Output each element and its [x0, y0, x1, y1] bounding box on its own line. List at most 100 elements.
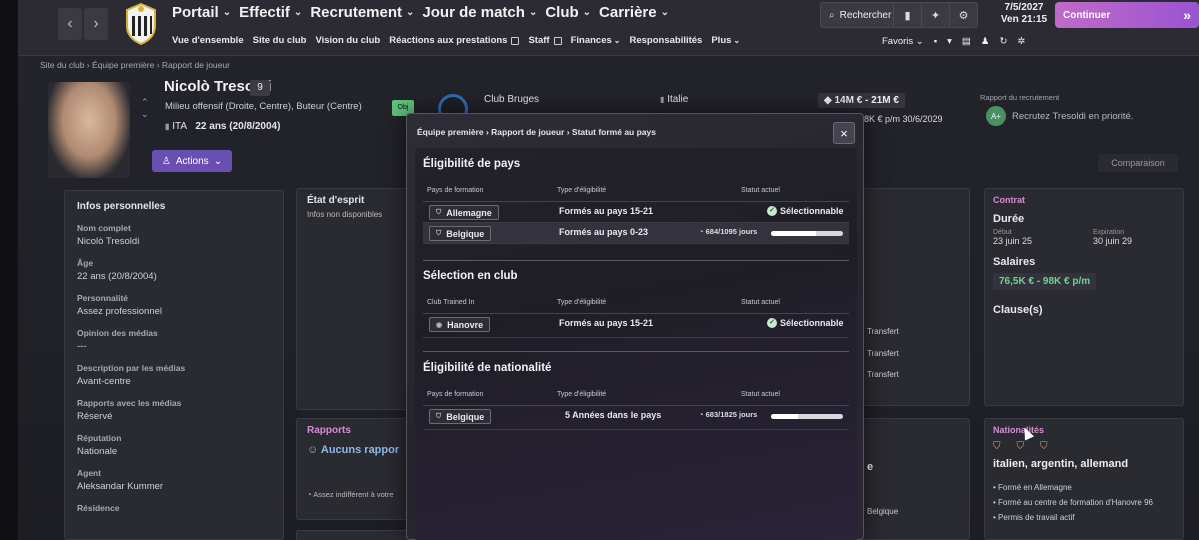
table-row[interactable]: ⛉ Allemagne Formés au pays 15-21 ✓ Sélecti…	[423, 202, 849, 223]
flag-germany-icon[interactable]: ⛉	[1040, 441, 1048, 452]
nav-carriere[interactable]: Carrière ⌄	[599, 4, 669, 21]
subnav-reactions[interactable]: Réactions aux prestations	[389, 35, 520, 46]
table-row[interactable]: ⛉ Belgique Formés au pays 0-23 ◔ 684/1095…	[423, 223, 849, 244]
notes-icon[interactable]: ▤	[962, 36, 971, 47]
chevron-down-icon: ⌄	[582, 7, 592, 18]
country-tag[interactable]: ⛉ Belgique	[429, 226, 492, 241]
info-item: Nom complet Nicolò Tresoldi	[77, 223, 140, 247]
flag-icon: ⛉	[436, 412, 442, 420]
comparison-button[interactable]: Comparaison	[1098, 154, 1178, 172]
bookmark-icon[interactable]: ▮	[893, 2, 921, 28]
settings-icon[interactable]: ✲	[1017, 36, 1025, 47]
dialog-body: Éligibilité de pays Pays de formation Ty…	[415, 148, 857, 540]
scout-recommendation[interactable]: A+ Recrutez Tresoldi en priorité.	[986, 106, 1133, 126]
chevron-down-icon: ⌄	[213, 155, 223, 167]
favoris-dropdown[interactable]: Favoris ⌄	[882, 36, 924, 47]
info-icon: ◔	[307, 490, 312, 499]
player-portrait	[48, 82, 130, 178]
close-button[interactable]: ×	[833, 122, 855, 144]
progress-bar	[771, 414, 843, 419]
chat-icon[interactable]: ▪	[934, 36, 937, 47]
section-title: Sélection en club	[423, 270, 518, 282]
subnav-vision-du-club[interactable]: Vision du club	[315, 35, 380, 46]
refresh-icon[interactable]: ↻	[999, 36, 1007, 47]
external-link-icon	[511, 36, 520, 45]
subnav-site-du-club[interactable]: Site du club	[253, 35, 307, 46]
club-tag[interactable]: ◉ Hanovre	[429, 317, 491, 332]
country-tag[interactable]: ⛉ Belgique	[429, 409, 492, 424]
player-position: Milieu offensif (Droite, Centre), Buteur…	[165, 101, 362, 112]
chevron-down-icon: ⌄	[733, 36, 741, 45]
grade-badge: A+	[986, 106, 1006, 126]
top-bar: ‹ › Portail ⌄ Effectif ⌄ Recrutement ⌄ Jour…	[18, 0, 1199, 56]
homegrown-status-dialog: Équipe première › Rapport de joueur › St…	[406, 113, 864, 540]
table-header: Club Trained In Type d'éligibilité Statu…	[423, 296, 849, 314]
game-date[interactable]: 7/5/2027 Ven 21:15	[996, 2, 1052, 28]
back-button[interactable]: ‹	[58, 8, 82, 40]
table-header: Pays de formation Type d'éligibilité Sta…	[423, 184, 849, 202]
flag-icon: ⛉	[436, 208, 442, 216]
info-item: Résidence	[77, 503, 120, 513]
card-fragment	[296, 530, 416, 540]
clock-icon: ◔	[699, 410, 704, 419]
nav-effectif[interactable]: Effectif ⌄	[239, 4, 302, 21]
flag-argentina-icon[interactable]: ⛉	[1017, 441, 1025, 452]
smiley-icon: ☺	[307, 444, 319, 456]
subnav-plus[interactable]: Plus ⌄	[711, 35, 740, 46]
staff-icon[interactable]: ♟	[981, 36, 990, 47]
chevron-up-icon[interactable]: ⌃	[141, 96, 149, 108]
person-icon: ♙	[161, 155, 171, 167]
nationality-eligibility-section: Éligibilité de nationalité Pays de forma…	[423, 362, 849, 430]
divider	[423, 351, 849, 352]
actions-button[interactable]: ♙ Actions ⌄	[152, 150, 232, 172]
breadcrumb[interactable]: Site du club › Équipe première › Rapport…	[40, 60, 230, 70]
info-item: Âge 22 ans (20/8/2004)	[77, 258, 157, 282]
table-row[interactable]: ⛉ Belgique 5 Années dans le pays ◔ 683/18…	[423, 406, 849, 430]
subnav-staff[interactable]: Staff	[528, 35, 562, 46]
fast-forward-icon: »	[1183, 7, 1191, 23]
nav-club[interactable]: Club ⌄	[545, 4, 591, 21]
table-row[interactable]: ◉ Hanovre Formés au pays 15-21 ✓ Sélection…	[423, 314, 849, 338]
subnav-vue-ensemble[interactable]: Vue d'ensemble	[172, 35, 244, 46]
app-window: ‹ › Portail ⌄ Effectif ⌄ Recrutement ⌄ Jour…	[0, 0, 1199, 540]
forward-button[interactable]: ›	[84, 8, 108, 40]
shirt-icon[interactable]: ▾	[947, 36, 952, 47]
bulb-icon[interactable]: ✦	[921, 2, 949, 28]
continue-button[interactable]: Continuer »	[1055, 2, 1199, 28]
gear-icon[interactable]: ⚙	[949, 2, 977, 28]
nationalities-card: Nationalités ⛉ ⛉ ⛉ italien, argentin, alle…	[984, 418, 1184, 540]
training-card: e Belgique	[858, 418, 970, 540]
nav-jour-de-match[interactable]: Jour de match ⌄	[422, 4, 537, 21]
list-item: • Formé au centre de formation d'Hanovre…	[993, 498, 1153, 507]
player-club[interactable]: Club Bruges	[484, 94, 539, 105]
mood-card: État d'esprit Infos non disponibles	[296, 188, 416, 410]
player-nav-arrows[interactable]: ⌃ ⌄	[141, 96, 149, 120]
club-crest-icon[interactable]	[122, 2, 160, 46]
nav-recrutement[interactable]: Recrutement ⌄	[310, 4, 414, 21]
dialog-breadcrumb[interactable]: Équipe première › Rapport de joueur › St…	[417, 127, 656, 137]
list-item: • Formé en Allemagne	[993, 483, 1072, 492]
scout-report-title: Rapport du recrutement	[980, 93, 1060, 102]
info-item: Rapports avec les médias Réservé	[77, 398, 182, 422]
progress-fill	[771, 231, 816, 236]
player-number: 9	[250, 80, 270, 96]
chevron-right-icon: ›	[93, 15, 99, 32]
chevron-down-icon: ⌄	[528, 7, 538, 18]
flag-italy-icon[interactable]: ⛉	[993, 441, 1001, 452]
section-title: Éligibilité de pays	[423, 158, 521, 170]
search-button[interactable]: ⌕ Rechercher ▮ ✦ ⚙	[820, 2, 978, 28]
nav-portail[interactable]: Portail ⌄	[172, 4, 231, 21]
info-item: Réputation Nationale	[77, 433, 122, 457]
transfer-card: Transfert Transfert Transfert	[858, 188, 970, 406]
external-link-icon	[553, 36, 562, 45]
chevron-left-icon: ‹	[67, 15, 73, 32]
divider	[423, 260, 849, 261]
progress-fill	[771, 414, 798, 419]
chevron-down-icon[interactable]: ⌄	[141, 108, 149, 120]
table-header: Pays de formation Type d'éligibilité Sta…	[423, 388, 849, 406]
check-icon: ✓	[767, 206, 777, 216]
chevron-down-icon: ⌄	[613, 36, 621, 45]
country-tag[interactable]: ⛉ Allemagne	[429, 205, 499, 220]
subnav-responsabilites[interactable]: Responsabilités	[629, 35, 702, 46]
subnav-finances[interactable]: Finances ⌄	[571, 35, 621, 46]
